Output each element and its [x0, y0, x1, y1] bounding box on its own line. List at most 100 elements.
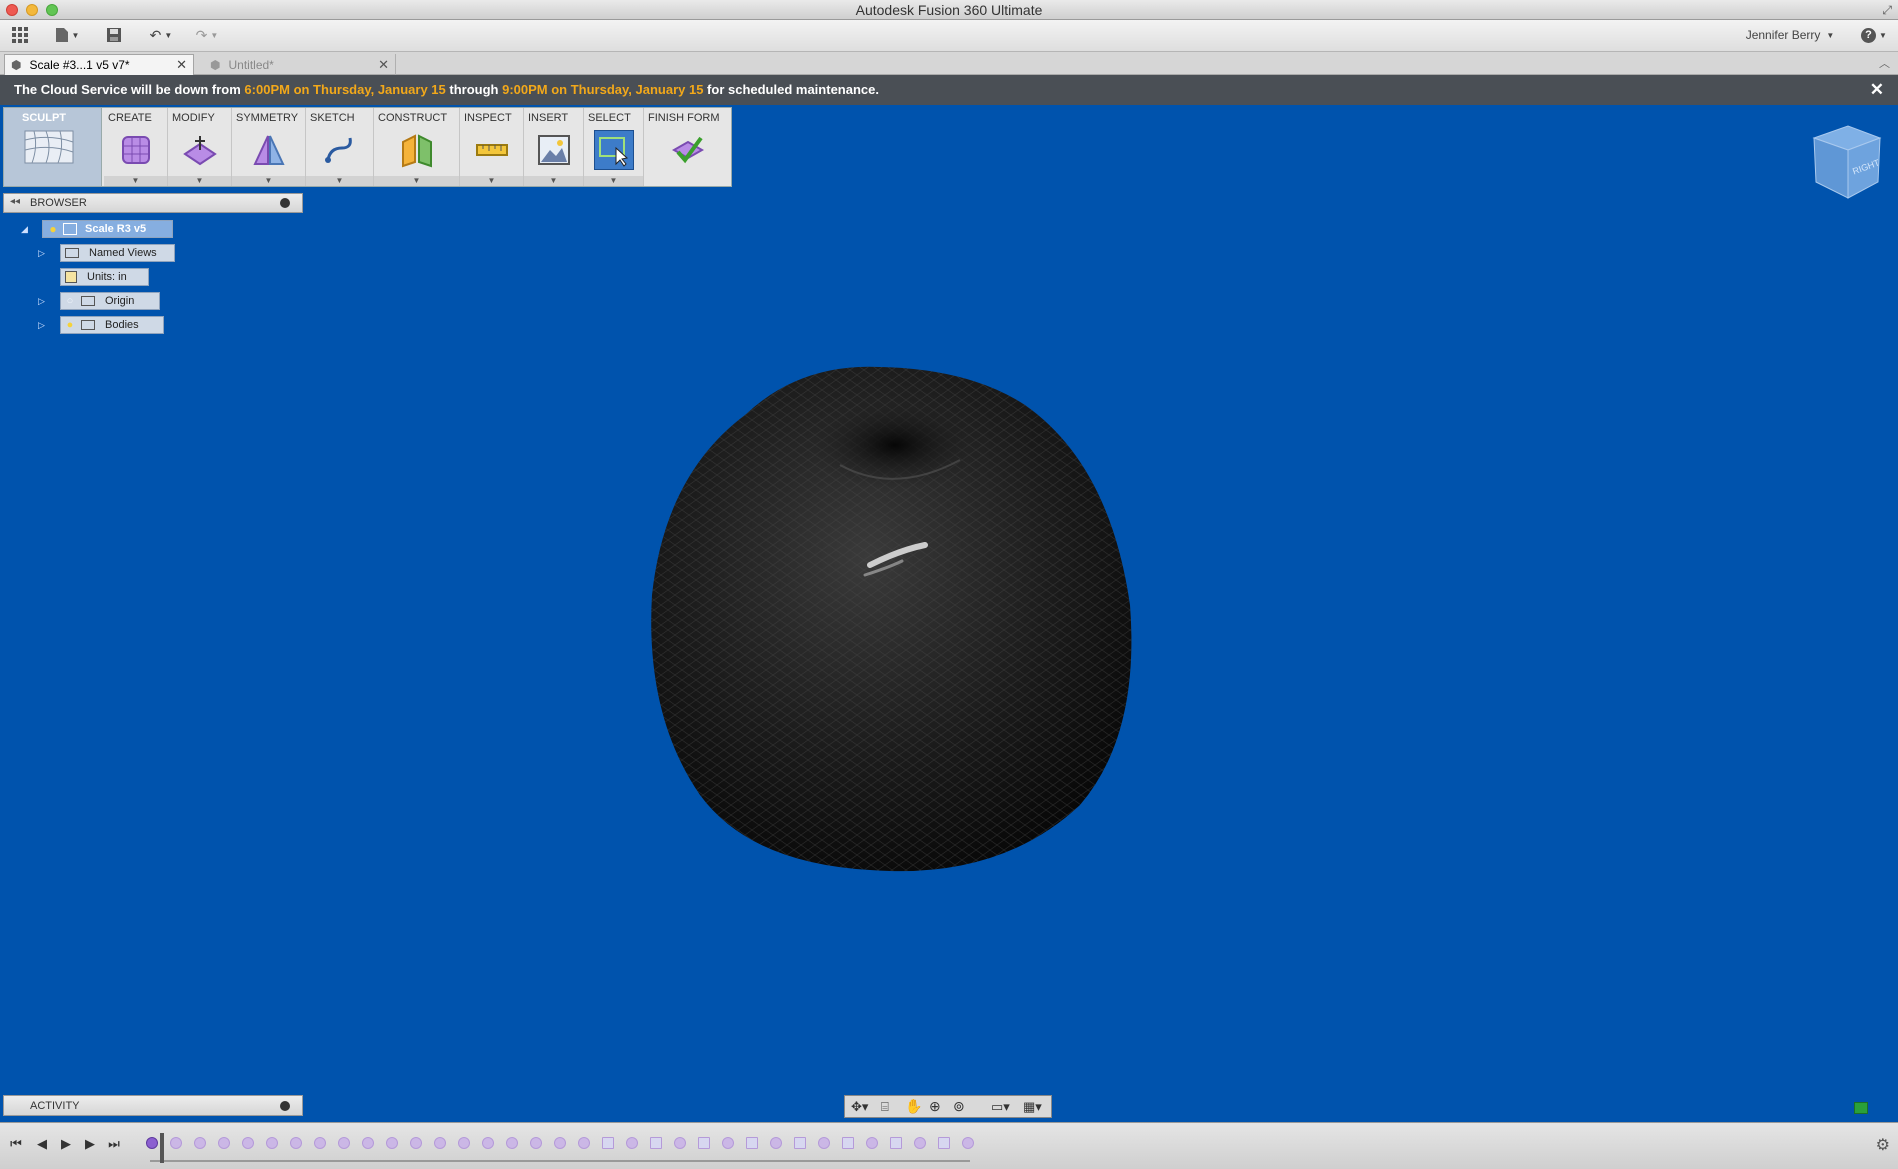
tab-untitled-document[interactable]: ⬢ Untitled* ✕: [204, 54, 396, 75]
timeline-feature-icon[interactable]: [314, 1137, 326, 1149]
create-dropdown-icon[interactable]: ▼: [104, 176, 167, 186]
ribbon-group-inspect[interactable]: INSPECT ▼: [460, 108, 524, 186]
ribbon-group-select[interactable]: SELECT ▼: [584, 108, 644, 186]
tree-item-origin[interactable]: ○ Origin: [60, 292, 160, 310]
timeline-feature-icon[interactable]: [818, 1137, 830, 1149]
sketch-dropdown-icon[interactable]: ▼: [306, 176, 373, 186]
visibility-bulb-icon[interactable]: ○: [61, 295, 79, 307]
view-cube[interactable]: RIGHT: [1808, 122, 1884, 202]
visibility-bulb-icon[interactable]: ●: [43, 222, 63, 236]
close-tab-icon[interactable]: ✕: [176, 57, 187, 73]
look-at-icon[interactable]: ⌸: [881, 1099, 889, 1115]
timeline-feature-icon[interactable]: [506, 1137, 518, 1149]
timeline-feature-icon[interactable]: [434, 1137, 446, 1149]
construct-dropdown-icon[interactable]: ▼: [374, 176, 459, 186]
ribbon-group-insert[interactable]: INSERT ▼: [524, 108, 584, 186]
collapse-browser-icon[interactable]: ◂◂: [10, 196, 20, 207]
collapse-tabs-icon[interactable]: ︿: [1879, 55, 1890, 71]
close-banner-icon[interactable]: ✕: [1870, 80, 1884, 100]
timeline-first-icon[interactable]: ⏮: [8, 1136, 24, 1152]
timeline-feature-icon[interactable]: [698, 1137, 710, 1149]
timeline-feature-icon[interactable]: [482, 1137, 494, 1149]
sculpt-body-model[interactable]: [640, 355, 1150, 885]
symmetry-dropdown-icon[interactable]: ▼: [232, 176, 305, 186]
display-settings-icon[interactable]: ▭▾: [991, 1099, 1010, 1115]
workspace-switcher[interactable]: SCULPT: [4, 108, 102, 186]
timeline-feature-icon[interactable]: [650, 1137, 662, 1149]
select-dropdown-icon[interactable]: ▼: [584, 176, 643, 186]
grid-settings-icon[interactable]: ▦▾: [1023, 1099, 1042, 1115]
timeline-play-icon[interactable]: ▶: [58, 1136, 74, 1152]
activity-pin-icon[interactable]: [280, 1101, 290, 1111]
timeline-feature-icon[interactable]: [194, 1137, 206, 1149]
tree-item-units[interactable]: Units: in: [60, 268, 149, 286]
timeline-feature-icon[interactable]: [722, 1137, 734, 1149]
fullscreen-icon[interactable]: ⤢: [1882, 3, 1892, 18]
timeline-feature-icon[interactable]: [578, 1137, 590, 1149]
timeline-settings-gear-icon[interactable]: ⚙: [1876, 1135, 1890, 1155]
expand-root-icon[interactable]: ◢: [21, 225, 29, 234]
expand-named-views-icon[interactable]: ▷: [38, 249, 46, 258]
timeline-feature-icon[interactable]: [530, 1137, 542, 1149]
timeline-feature-icon[interactable]: [770, 1137, 782, 1149]
inspect-dropdown-icon[interactable]: ▼: [460, 176, 523, 186]
user-menu[interactable]: Jennifer Berry ▼: [1740, 24, 1840, 46]
timeline-feature-icon[interactable]: [386, 1137, 398, 1149]
timeline-feature-icon[interactable]: [362, 1137, 374, 1149]
timeline-feature-icon[interactable]: [938, 1137, 950, 1149]
ribbon-group-modify[interactable]: MODIFY ▼: [168, 108, 232, 186]
timeline-feature-icon[interactable]: [746, 1137, 758, 1149]
timeline-feature-icon[interactable]: [146, 1137, 158, 1149]
timeline-feature-icon[interactable]: [914, 1137, 926, 1149]
timeline-feature-icon[interactable]: [266, 1137, 278, 1149]
timeline-marker[interactable]: [160, 1133, 164, 1163]
expand-origin-icon[interactable]: ▷: [38, 297, 46, 306]
timeline-previous-icon[interactable]: ◀: [34, 1136, 50, 1152]
timeline-feature-icon[interactable]: [458, 1137, 470, 1149]
tab-scale-document[interactable]: ⬢ Scale #3...1 v5 v7* ✕: [4, 54, 194, 75]
timeline-feature-icon[interactable]: [866, 1137, 878, 1149]
timeline-feature-icon[interactable]: [554, 1137, 566, 1149]
timeline-feature-icon[interactable]: [794, 1137, 806, 1149]
insert-dropdown-icon[interactable]: ▼: [524, 176, 583, 186]
status-indicator-icon[interactable]: [1854, 1102, 1868, 1114]
ribbon-group-create[interactable]: CREATE ▼: [104, 108, 168, 186]
redo-icon[interactable]: ↷ ▼: [190, 24, 224, 46]
fit-view-icon[interactable]: ⊚: [953, 1098, 965, 1115]
undo-icon[interactable]: ↶ ▼: [144, 24, 178, 46]
timeline-feature-icon[interactable]: [338, 1137, 350, 1149]
timeline-feature-icon[interactable]: [218, 1137, 230, 1149]
timeline-feature-icon[interactable]: [290, 1137, 302, 1149]
ribbon-group-finish-form[interactable]: FINISH FORM: [644, 108, 731, 186]
timeline-feature-icon[interactable]: [410, 1137, 422, 1149]
help-button[interactable]: ? ▼: [1858, 24, 1890, 46]
file-menu-icon[interactable]: ▼: [52, 24, 82, 46]
modify-dropdown-icon[interactable]: ▼: [168, 176, 231, 186]
timeline-feature-icon[interactable]: [842, 1137, 854, 1149]
tree-item-named-views[interactable]: Named Views: [60, 244, 175, 262]
pan-hand-icon[interactable]: ✋: [905, 1098, 922, 1115]
timeline-feature-icon[interactable]: [962, 1137, 974, 1149]
timeline-feature-icon[interactable]: [602, 1137, 614, 1149]
timeline-feature-icon[interactable]: [242, 1137, 254, 1149]
visibility-bulb-icon[interactable]: ●: [61, 319, 79, 331]
timeline-feature-icon[interactable]: [626, 1137, 638, 1149]
timeline-track[interactable]: [150, 1160, 970, 1162]
ribbon-group-sketch[interactable]: SKETCH ▼: [306, 108, 374, 186]
timeline-feature-icon[interactable]: [890, 1137, 902, 1149]
data-panel-grid-icon[interactable]: [10, 24, 30, 46]
timeline-feature-icon[interactable]: [170, 1137, 182, 1149]
zoom-icon[interactable]: ⊕: [929, 1098, 941, 1115]
orbit-icon[interactable]: ✥▾: [851, 1099, 868, 1115]
ribbon-group-symmetry[interactable]: SYMMETRY ▼: [232, 108, 306, 186]
tree-item-bodies[interactable]: ● Bodies: [60, 316, 164, 334]
timeline-last-icon[interactable]: ⏭: [106, 1136, 122, 1152]
ribbon-group-construct[interactable]: CONSTRUCT ▼: [374, 108, 460, 186]
close-tab-icon[interactable]: ✕: [378, 57, 389, 73]
timeline-next-icon[interactable]: ▶: [82, 1136, 98, 1152]
tree-root-component[interactable]: ● Scale R3 v5: [42, 220, 173, 238]
expand-bodies-icon[interactable]: ▷: [38, 321, 46, 330]
browser-pin-icon[interactable]: [280, 198, 290, 208]
save-icon[interactable]: [104, 24, 124, 46]
timeline-feature-icon[interactable]: [674, 1137, 686, 1149]
